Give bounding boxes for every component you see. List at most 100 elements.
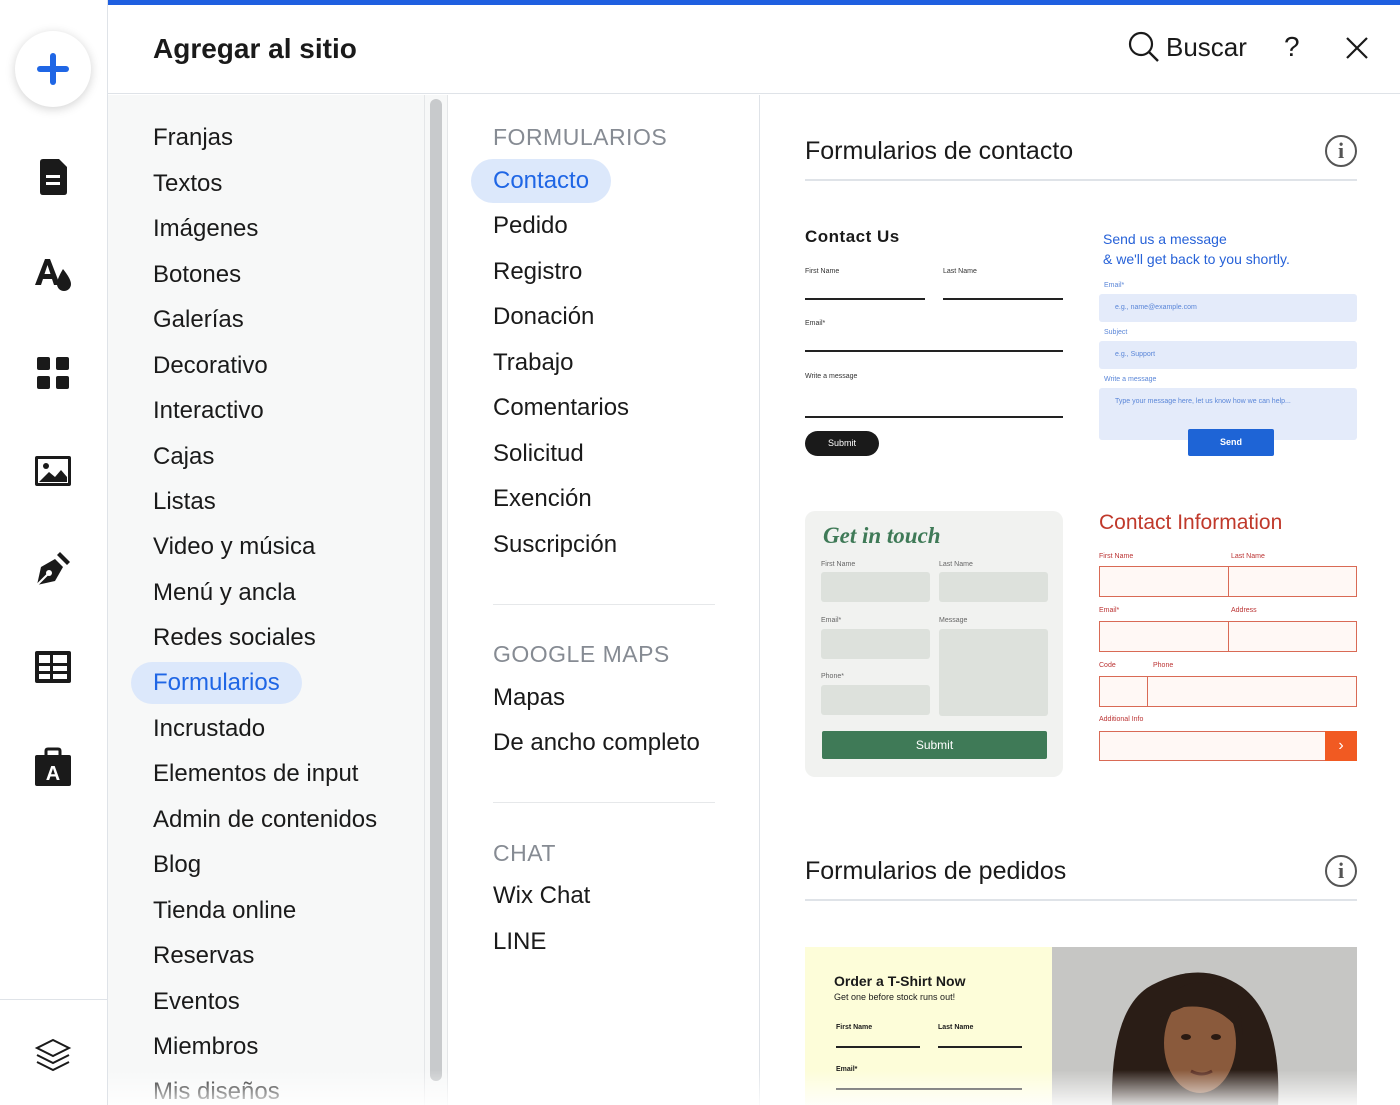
form-heading-line: Send us a message	[1103, 231, 1227, 247]
section-heading-chat: CHAT	[493, 840, 556, 866]
category-item[interactable]: Blog	[131, 844, 223, 886]
market-button[interactable]: A	[28, 742, 78, 792]
draw-button[interactable]	[28, 544, 78, 594]
model-photo	[1052, 947, 1357, 1105]
field-label: Last Name	[938, 1024, 974, 1031]
field-label: Email*	[1099, 607, 1120, 614]
search-button[interactable]: Buscar	[1128, 31, 1247, 63]
page-icon	[40, 159, 67, 195]
subcategory-item[interactable]: Mapas	[471, 676, 587, 720]
form-template-contact-information[interactable]: Contact Information First Name Last Name…	[1099, 511, 1357, 777]
svg-text:A: A	[46, 763, 60, 785]
store-icon: A	[35, 747, 71, 786]
section-divider	[493, 604, 715, 605]
category-item[interactable]: Imágenes	[131, 208, 280, 250]
category-item[interactable]: Admin de contenidos	[131, 799, 399, 841]
category-item[interactable]: Textos	[131, 163, 244, 205]
info-icon[interactable]: i	[1325, 855, 1357, 887]
subcategory-item[interactable]: Pedido	[471, 204, 590, 248]
help-button[interactable]: ?	[1284, 31, 1300, 63]
subcategory-item[interactable]: Wix Chat	[471, 874, 612, 918]
info-icon[interactable]: i	[1325, 135, 1357, 167]
category-item[interactable]: Redes sociales	[131, 617, 338, 659]
subcategory-item[interactable]: De ancho completo	[471, 721, 722, 765]
category-item[interactable]: Cajas	[131, 436, 236, 478]
form-subtitle: Get one before stock runs out!	[834, 992, 956, 1002]
category-item[interactable]: Incrustado	[131, 708, 287, 750]
section-heading-maps: GOOGLE MAPS	[493, 641, 670, 667]
submit-button: Submit	[822, 731, 1047, 759]
category-item[interactable]: Video y música	[131, 526, 337, 568]
category-item[interactable]: Mis diseños	[131, 1071, 302, 1105]
field-underline	[938, 1046, 1022, 1048]
section-rule	[805, 179, 1357, 181]
category-item[interactable]: Botones	[131, 254, 263, 296]
subcategory-item[interactable]: Solicitud	[471, 432, 606, 476]
order-form-panel: Order a T-Shirt Now Get one before stock…	[805, 947, 1052, 1105]
apps-icon	[37, 357, 69, 389]
category-item[interactable]: Interactivo	[131, 390, 286, 432]
add-icon	[37, 53, 69, 85]
field-placeholder: e.g., Support	[1115, 351, 1156, 358]
layers-icon	[34, 1038, 72, 1072]
layers-button[interactable]	[28, 1030, 78, 1080]
design-button[interactable]	[28, 248, 78, 298]
field-label: Last Name	[939, 561, 973, 568]
field-box	[939, 572, 1048, 602]
category-item[interactable]: Galerías	[131, 299, 266, 341]
category-item[interactable]: Franjas	[131, 117, 255, 159]
category-scrollbar[interactable]	[424, 95, 448, 1105]
media-button[interactable]	[28, 446, 78, 496]
subcategory-item[interactable]: LINE	[471, 920, 568, 964]
section-title-orders: Formularios de pedidos	[805, 857, 1067, 885]
panel-header: Agregar al sitio Buscar ?	[108, 5, 1400, 94]
field-label: Write a message	[1104, 376, 1157, 383]
subcategory-item[interactable]: Registro	[471, 250, 604, 294]
close-icon[interactable]	[1344, 35, 1370, 61]
field-label: Code	[1099, 662, 1116, 669]
category-item[interactable]: Menú y ancla	[131, 572, 318, 614]
category-item-formularios[interactable]: Formularios	[131, 662, 302, 704]
subcategory-item[interactable]: Donación	[471, 295, 616, 339]
category-item[interactable]: Listas	[131, 481, 238, 523]
category-item[interactable]: Tienda online	[131, 890, 318, 932]
category-item[interactable]: Miembros	[131, 1026, 280, 1068]
submit-button: Submit	[805, 431, 879, 456]
field-underline	[805, 298, 925, 300]
field-label: Subject	[1104, 329, 1128, 336]
field-label: Additional Info	[1099, 716, 1144, 723]
field-box	[1099, 566, 1229, 597]
form-template-order-tshirt[interactable]: Order a T-Shirt Now Get one before stock…	[805, 947, 1357, 1105]
scrollbar-thumb[interactable]	[430, 99, 442, 1081]
section-divider	[493, 802, 715, 803]
form-template-send-message[interactable]: Send us a message & we'll get back to you…	[1099, 220, 1357, 470]
field-box	[1228, 566, 1357, 597]
apps-button[interactable]	[28, 348, 78, 398]
field-label: Email*	[805, 320, 826, 327]
field-label: First Name	[821, 561, 856, 568]
cms-button[interactable]	[28, 642, 78, 692]
send-button: Send	[1188, 429, 1274, 456]
pages-button[interactable]	[28, 152, 78, 202]
form-template-get-in-touch[interactable]: Get in touch First Name Last Name Email*…	[805, 511, 1063, 777]
category-item[interactable]: Eventos	[131, 981, 262, 1023]
subcategory-item[interactable]: Exención	[471, 477, 614, 521]
subcategory-item[interactable]: Suscripción	[471, 523, 639, 567]
subcategory-item[interactable]: Trabajo	[471, 341, 595, 385]
field-underline	[836, 1046, 920, 1048]
subcategory-list: FORMULARIOS Contacto Pedido Registro Don…	[449, 95, 760, 1105]
field-box	[1147, 676, 1357, 707]
subcategory-item-contacto[interactable]: Contacto	[471, 159, 612, 203]
category-item[interactable]: Decorativo	[131, 345, 290, 387]
field-label: Email*	[1104, 282, 1125, 289]
field-label: First Name	[836, 1024, 873, 1031]
subcategory-item[interactable]: Comentarios	[471, 386, 651, 430]
form-title: Contact Information	[1099, 511, 1283, 534]
field-box	[1099, 621, 1229, 652]
form-template-contact-us[interactable]: Contact Us First Name Last Name Email* W…	[805, 220, 1063, 470]
form-title: Get in touch	[823, 523, 941, 548]
form-heading-line: & we'll get back to you shortly.	[1103, 251, 1290, 267]
category-item[interactable]: Elementos de input	[131, 753, 380, 795]
add-button[interactable]	[15, 31, 91, 107]
category-item[interactable]: Reservas	[131, 935, 276, 977]
